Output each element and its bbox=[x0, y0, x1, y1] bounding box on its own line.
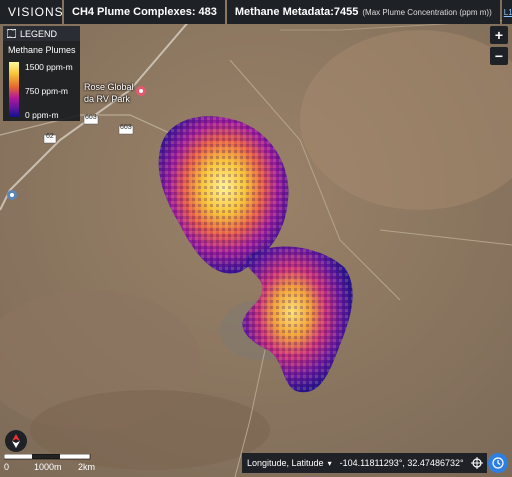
metadata-title: Methane Metadata:7455 bbox=[234, 6, 359, 18]
legend-header[interactable]: LEGEND bbox=[3, 26, 80, 41]
legend-panel: LEGEND Methane Plumes 1500 ppm-m 750 ppm… bbox=[3, 26, 80, 121]
road-shield-label: 603 bbox=[85, 114, 97, 121]
pin-icon[interactable] bbox=[136, 86, 146, 96]
scale-label-mid: 1000m bbox=[34, 462, 62, 472]
coordinate-format-select[interactable]: Longitude, Latitude bbox=[247, 458, 324, 468]
plume-complexes-tab[interactable]: CH4 Plume Complexes: 483 bbox=[64, 0, 225, 24]
clock-icon[interactable] bbox=[488, 453, 508, 473]
chevron-down-icon[interactable]: ▾ bbox=[328, 459, 332, 468]
legend-tick-mid: 750 ppm-m bbox=[25, 86, 68, 96]
scale-bar: 0 1000m 2km bbox=[4, 454, 104, 476]
metadata-subtitle: (Max Plume Concentration (ppm m)) bbox=[362, 7, 492, 17]
zoom-out-button[interactable]: − bbox=[490, 47, 508, 65]
legend-color-ramp bbox=[9, 62, 19, 117]
scale-label-zero: 0 bbox=[4, 462, 10, 472]
legend-tick-max: 1500 ppm-m bbox=[25, 62, 73, 72]
radiance-download-link[interactable]: L1B Radiance Download bbox=[501, 0, 512, 24]
legend-header-label: LEGEND bbox=[20, 28, 58, 39]
scale-label-end: 2km bbox=[78, 462, 96, 472]
legend-tick-min: 0 ppm-m bbox=[25, 110, 59, 120]
zoom-in-button[interactable]: + bbox=[490, 26, 508, 44]
legend-title: Methane Plumes bbox=[8, 45, 76, 55]
poi-label: da RV Park bbox=[84, 94, 130, 104]
road-shield-label: 62 bbox=[46, 133, 54, 140]
crosshair-icon[interactable] bbox=[467, 453, 487, 473]
methane-metadata-tab[interactable]: Methane Metadata:7455 (Max Plume Concent… bbox=[226, 0, 500, 24]
pin-icon[interactable] bbox=[7, 190, 17, 200]
road-shield-label: 603 bbox=[120, 124, 132, 131]
coordinate-value: -104.11811293°, 32.47486732° bbox=[339, 458, 464, 468]
coordinate-readout: Longitude, Latitude ▾ -104.11811293°, 32… bbox=[242, 453, 486, 473]
poi-label: Rose Global bbox=[84, 82, 134, 92]
compass-icon[interactable] bbox=[5, 430, 27, 452]
map-legend-icon bbox=[7, 29, 16, 38]
app-brand[interactable]: VISIONS bbox=[0, 0, 63, 24]
top-toolbar: VISIONS CH4 Plume Complexes: 483 Methane… bbox=[0, 0, 512, 24]
